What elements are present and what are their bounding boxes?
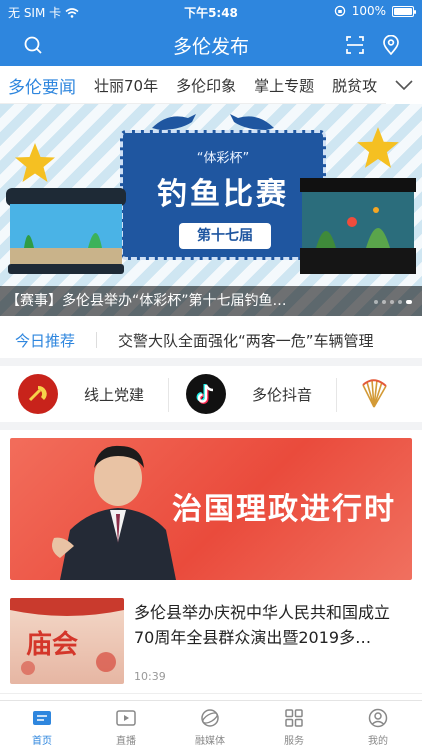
carousel-dot[interactable] [382, 300, 386, 304]
hero-banner[interactable]: “体彩杯” 钓鱼比赛 第十七届 【赛事】多伦县举办“体彩杯”第十七届钓鱼… [0, 104, 422, 316]
news-time: 10:39 [134, 670, 166, 683]
quick-link-douyin[interactable]: 多伦抖音 [186, 366, 312, 422]
quick-link-label: 线上党建 [84, 385, 145, 404]
carousel-dot[interactable] [390, 300, 394, 304]
banner-edition: 第十七届 [179, 223, 271, 249]
header: 多伦发布 [0, 24, 422, 66]
carousel-dot[interactable] [398, 300, 402, 304]
tab-list: 多伦要闻 壮丽70年 多伦印象 掌上专题 脱贫攻 [0, 66, 386, 104]
quick-link-label: 多伦抖音 [252, 385, 313, 404]
status-bar: 无 SIM 卡 下午5:48 100% [0, 0, 422, 24]
divider [336, 378, 337, 412]
today-headline[interactable]: 交警大队全面强化“两客一危”车辆管理 [118, 330, 374, 351]
home-icon [33, 711, 51, 725]
promo-text: 治国理政进行时 [172, 492, 396, 527]
status-right: 100% [334, 4, 416, 18]
tabbar-media[interactable]: 融媒体 [168, 701, 252, 750]
globe-icon [201, 709, 219, 727]
promo-banner[interactable]: 治国理政进行时 [10, 438, 412, 580]
tabbar-mine[interactable]: 我的 [336, 701, 420, 750]
bottom-tab-bar: 首页 直播 融媒体 服务 我的 [0, 700, 422, 750]
battery-icon [392, 5, 416, 17]
tabbar-label: 融媒体 [195, 736, 225, 747]
user-icon [368, 708, 388, 728]
tabbar-live[interactable]: 直播 [84, 701, 168, 750]
app-screen: 无 SIM 卡 下午5:48 100% 多伦发布 多伦要闻 壮丽70年 多伦印象… [0, 0, 422, 750]
carousel-dot[interactable] [374, 300, 378, 304]
play-icon [116, 710, 136, 726]
tab-topics[interactable]: 掌上专题 [245, 75, 323, 96]
aquarium-image [300, 178, 416, 274]
tab-duolun-impression[interactable]: 多伦印象 [167, 75, 245, 96]
tabbar-label: 服务 [284, 736, 304, 747]
tab-poverty[interactable]: 脱贫攻 [323, 75, 386, 96]
news-item[interactable]: 庙会 多伦县举办庆祝中华人民共和国成立70周年全县群众演出暨2019多… 10:… [0, 590, 422, 694]
tabbar-label: 直播 [116, 736, 136, 747]
tab-duolun-news[interactable]: 多伦要闻 [0, 73, 85, 98]
quick-link-party[interactable]: 线上党建 [18, 366, 144, 422]
location-icon[interactable] [378, 32, 404, 58]
tabbar-home[interactable]: 首页 [0, 701, 84, 750]
orientation-lock-icon [334, 5, 345, 17]
banner-headline: 钓鱼比赛 [157, 177, 289, 212]
carousel-dot-active[interactable] [406, 300, 412, 304]
today-recommend[interactable]: 今日推荐 交警大队全面强化“两客一危”车辆管理 [0, 316, 422, 366]
tabbar-label: 我的 [368, 736, 388, 747]
leader-photo [52, 445, 176, 580]
chevron-down-icon[interactable] [386, 66, 422, 104]
divider [168, 378, 169, 412]
today-tag: 今日推荐 [15, 332, 76, 350]
tab-70-years[interactable]: 壮丽70年 [85, 75, 167, 96]
quick-links: 线上党建 多伦抖音 [0, 366, 422, 430]
quick-link-third[interactable] [354, 366, 394, 422]
news-title[interactable]: 多伦县举办庆祝中华人民共和国成立70周年全县群众演出暨2019多… [134, 600, 410, 650]
star-icon [15, 143, 55, 182]
douyin-icon [186, 374, 226, 414]
star-icon [357, 127, 399, 168]
top-bar: 无 SIM 卡 下午5:48 100% 多伦发布 [0, 0, 422, 66]
banner-badge: “体彩杯” [196, 151, 250, 166]
grid-icon [285, 709, 303, 727]
news-thumbnail: 庙会 [10, 598, 124, 684]
banner-caption: 【赛事】多伦县举办“体彩杯”第十七届钓鱼… [0, 286, 422, 316]
fan-logo-icon [354, 374, 394, 414]
carousel-dots [374, 300, 412, 304]
battery-percent: 100% [351, 4, 386, 18]
tabbar-service[interactable]: 服务 [252, 701, 336, 750]
party-emblem-icon [18, 374, 58, 414]
tabbar-label: 首页 [32, 736, 52, 747]
scan-icon[interactable] [342, 32, 368, 58]
fish-tank-image [6, 188, 126, 274]
channel-tabs: 多伦要闻 壮丽70年 多伦印象 掌上专题 脱贫攻 [0, 66, 422, 104]
thumbnail-text: 庙会 [26, 630, 79, 660]
divider [96, 332, 97, 348]
